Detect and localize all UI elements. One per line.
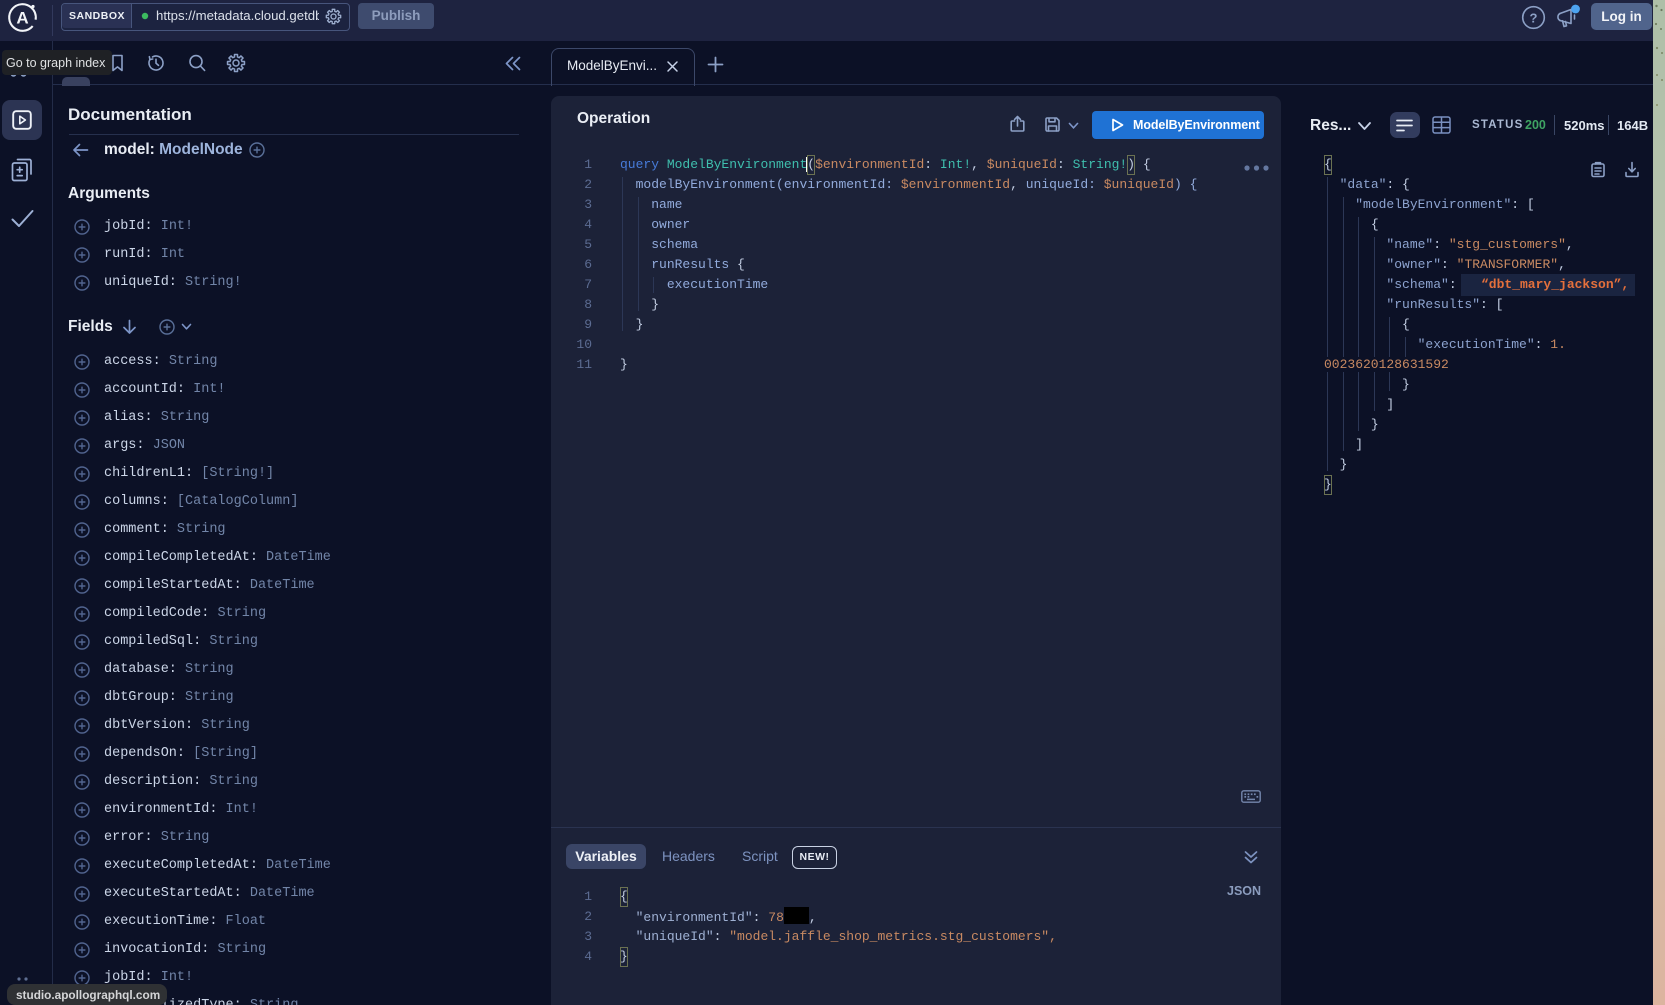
svg-text:A: A [16,9,28,28]
svg-text:?: ? [1530,10,1538,25]
